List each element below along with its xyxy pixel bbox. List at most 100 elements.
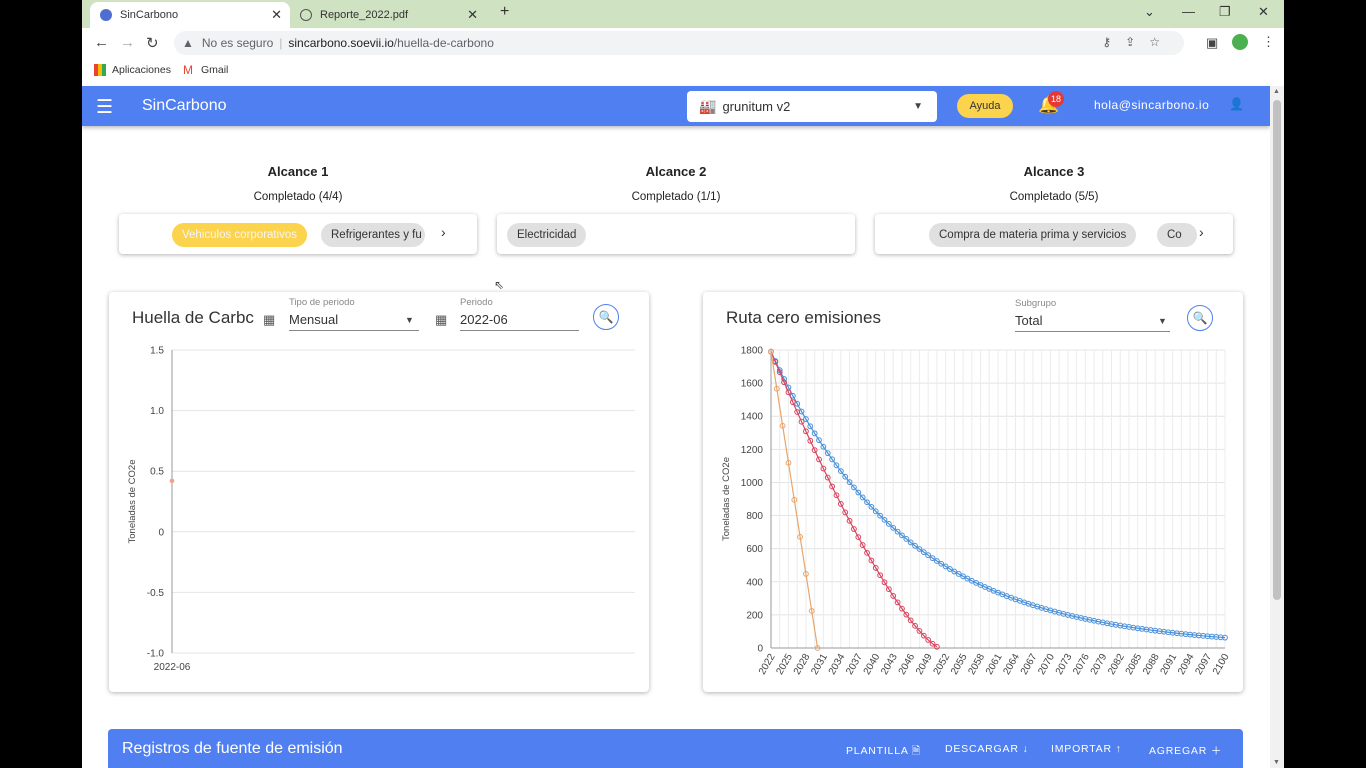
chevron-right-icon[interactable]: › [1199, 224, 1204, 240]
restore-icon[interactable]: ❐ [1219, 4, 1231, 20]
agregar-button[interactable]: AGREGAR ＋ [1149, 743, 1222, 758]
minimize-icon[interactable]: — [1182, 4, 1195, 19]
dropdown-caret-icon[interactable]: ▼ [1158, 316, 1167, 326]
action-label: IMPORTAR [1051, 743, 1112, 755]
user-email[interactable]: hola@sincarbono.io [1094, 98, 1209, 112]
help-button[interactable]: Ayuda [957, 94, 1013, 118]
omnibox-icons[interactable]: ⚷⇪☆ [1102, 35, 1174, 49]
x-tick-label: 2043 [879, 652, 900, 677]
chip-co[interactable]: Co [1157, 223, 1197, 247]
chevron-right-icon[interactable]: › [441, 224, 446, 240]
reload-icon[interactable]: ↻ [146, 34, 159, 52]
x-tick-label: 2022 [757, 652, 778, 677]
route-title: Ruta cero emisiones [726, 308, 881, 327]
warning-icon: ▲ [182, 36, 194, 50]
x-tick-label: 2091 [1159, 652, 1180, 677]
chip-refrigerantes[interactable]: Refrigerantes y fu [321, 223, 425, 247]
x-tick-label: 2022-06 [154, 662, 191, 673]
search-icon: 🔍 [598, 310, 614, 324]
scope-title: Alcance 1 [267, 164, 329, 179]
x-tick-label: 2040 [862, 652, 883, 677]
tab-reporte[interactable]: Reporte_2022.pdf ✕ [290, 2, 486, 28]
company-select[interactable]: 🏭 grunitum v2 ▼ [687, 91, 937, 122]
bookmark-apps[interactable]: Aplicaciones [94, 64, 171, 76]
chip-vehiculos[interactable]: Vehiculos corporativos [172, 223, 308, 247]
series-line [770, 351, 819, 649]
forward-arrow-icon[interactable]: → [120, 34, 135, 51]
y-axis-label: Toneladas de CO2e [127, 460, 138, 544]
hamburger-menu-icon[interactable]: ☰ [96, 96, 113, 119]
subgroup-label: Subgrupo [1015, 298, 1057, 309]
scope-2-chips: Electricidad [497, 214, 855, 254]
key-icon[interactable]: ⚷ [1102, 35, 1125, 49]
y-tick-label: 1800 [741, 346, 764, 357]
subgroup-select[interactable]: Total [1015, 313, 1170, 332]
period-input[interactable]: 2022-06 [460, 312, 579, 331]
route-chart: 1800160014001200100080060040020002022202… [721, 346, 1232, 677]
y-tick-label: 600 [746, 544, 763, 555]
profile-avatar[interactable] [1232, 34, 1248, 50]
plantilla-button[interactable]: PLANTILLA 🗎 [846, 743, 921, 761]
x-tick-label: 2025 [774, 652, 795, 677]
y-tick-label: 0.5 [150, 467, 164, 478]
scope-status: Completado (5/5) [1009, 191, 1099, 203]
y-tick-label: 0 [158, 527, 164, 538]
y-tick-label: 1400 [741, 412, 764, 423]
tab-search-chevron-icon[interactable]: ⌄ [1144, 4, 1155, 20]
close-tab-icon[interactable]: ✕ [271, 7, 282, 23]
page-scrollbar[interactable]: ▲ ▼ [1270, 86, 1284, 768]
importar-button[interactable]: IMPORTAR ↑ [1051, 743, 1122, 755]
scope-title: Alcance 2 [645, 164, 707, 179]
chip-compra-materia[interactable]: Compra de materia prima y servicios [929, 223, 1137, 247]
notification-badge: 18 [1048, 91, 1064, 107]
y-axis-label: Toneladas de CO2e [721, 457, 732, 541]
x-tick-label: 2070 [1036, 652, 1057, 677]
period-type-select[interactable]: Mensual [289, 312, 419, 331]
scope-1-chips: Vehiculos corporativos Refrigerantes y f… [119, 214, 477, 254]
action-label: PLANTILLA [846, 745, 909, 757]
bookmarks-bar: Aplicaciones M Gmail [82, 58, 1284, 82]
dropdown-caret-icon[interactable]: ▼ [405, 315, 414, 325]
url-separator: | [279, 36, 283, 50]
new-tab-button[interactable]: + [500, 3, 509, 21]
x-tick-label: 2082 [1106, 652, 1127, 677]
search-button[interactable]: 🔍 [1187, 305, 1213, 331]
scope-3-header: Alcance 3 Completado (5/5) [874, 164, 1234, 203]
calendar-icon[interactable]: ▦ [435, 312, 447, 328]
x-tick-label: 2094 [1176, 652, 1197, 677]
app-header: ☰ SinCarbono 🏭 grunitum v2 ▼ Ayuda 🔔 18 … [82, 86, 1270, 126]
menu-dots-icon[interactable]: ⋮ [1262, 34, 1275, 50]
brand-title: SinCarbono [142, 97, 227, 114]
x-tick-label: 2088 [1141, 652, 1162, 677]
back-arrow-icon[interactable]: ← [94, 34, 109, 51]
descargar-button[interactable]: DESCARGAR ↓ [945, 743, 1029, 755]
scroll-up-icon[interactable]: ▲ [1273, 88, 1280, 95]
close-tab-icon[interactable]: ✕ [467, 7, 478, 23]
share-icon[interactable]: ⇪ [1125, 35, 1149, 49]
y-tick-label: 1200 [741, 445, 764, 456]
scope-status: Completado (4/4) [253, 191, 343, 203]
sidebar-icon[interactable]: ▣ [1206, 35, 1218, 51]
x-tick-label: 2055 [949, 652, 970, 677]
scroll-down-icon[interactable]: ▼ [1273, 759, 1280, 766]
x-tick-label: 2076 [1071, 652, 1092, 677]
scope-status: Completado (1/1) [631, 191, 721, 203]
url-host: sincarbono.soevii.io [288, 36, 394, 50]
y-tick-label: 1600 [741, 379, 764, 390]
search-button[interactable]: 🔍 [593, 304, 619, 330]
close-window-icon[interactable]: ✕ [1258, 4, 1269, 20]
person-icon[interactable]: 👤 [1229, 97, 1244, 111]
x-tick-label: 2064 [1001, 652, 1022, 677]
scope-1-header: Alcance 1 Completado (4/4) [118, 164, 478, 203]
bookmark-gmail[interactable]: M Gmail [183, 64, 228, 76]
tab-sincarbono[interactable]: SinCarbono ✕ [90, 2, 290, 28]
footprint-chart: 1.5 1.0 0.5 0 -0.5 -1.0 Toneladas de CO2e 2022-… [127, 346, 635, 673]
url-field[interactable]: ▲ No es seguro | sincarbono.soevii.io /h… [174, 31, 1184, 55]
x-tick-label: 2100 [1211, 652, 1232, 677]
star-icon[interactable]: ☆ [1149, 35, 1174, 49]
chip-electricidad[interactable]: Electricidad [507, 223, 587, 247]
x-tick-label: 2031 [809, 652, 830, 677]
tab-strip: SinCarbono ✕ Reporte_2022.pdf ✕ + ⌄ — ❐ … [82, 0, 1284, 28]
y-tick-label: 800 [746, 511, 763, 522]
scrollbar-thumb[interactable] [1273, 100, 1281, 600]
